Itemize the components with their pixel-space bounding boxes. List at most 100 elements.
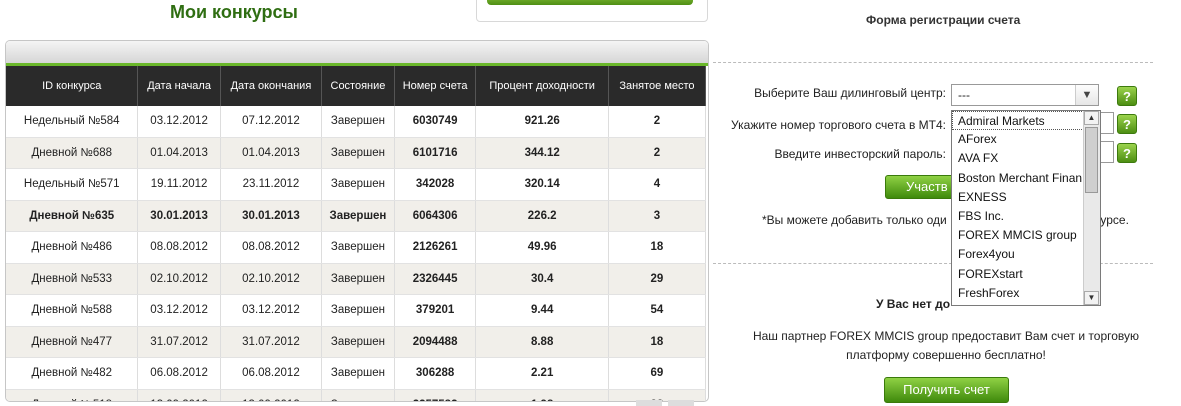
scroll-up-icon[interactable]: ▲ (1084, 111, 1099, 125)
cell-contest-id: Дневной №635 (6, 200, 139, 232)
dropdown-option[interactable]: Admiral Markets (952, 111, 1084, 131)
cell-end-date: 01.04.2013 (220, 137, 323, 169)
table-row: Дневной №482 06.08.2012 06.08.2012 Завершен… (6, 357, 707, 390)
cell-place: 54 (608, 294, 707, 327)
cell-place: 2 (608, 137, 707, 169)
contests-panel: ID конкурса Дата начала Дата окончания С… (5, 40, 709, 402)
dropdown-option[interactable]: FOREX MMCIS group (952, 226, 1082, 245)
cell-end-date: 31.07.2012 (220, 326, 323, 358)
table-row: Дневной №635 30.01.2013 30.01.2013 Завершен… (6, 200, 707, 232)
note-text: *Вы можете добавить только оди (762, 213, 947, 227)
cell-start-date: 03.12.2012 (137, 294, 221, 327)
cell-place: 3 (608, 200, 707, 232)
cell-end-date: 02.10.2012 (220, 263, 323, 295)
dropdown-option[interactable]: Boston Merchant Finan (952, 169, 1082, 188)
divider (713, 62, 1153, 63)
table-row: Дневной №486 08.08.2012 08.08.2012 Завершен… (6, 231, 707, 264)
cell-account-number: 2257582 (394, 389, 477, 401)
cell-end-date: 30.01.2013 (220, 200, 323, 232)
contests-table: ID конкурса Дата начала Дата окончания С… (6, 66, 707, 401)
cell-account-number: 6064306 (394, 200, 477, 232)
cell-status: Завершен (321, 326, 395, 358)
form-title: Форма регистрации счета (866, 13, 1021, 27)
cell-account-number: 342028 (394, 168, 477, 201)
dropdown-option[interactable]: AForex (952, 130, 1082, 149)
cell-contest-id: Дневной №477 (6, 326, 139, 358)
cell-contest-id: Недельный №584 (6, 106, 139, 138)
cell-place: 29 (608, 263, 707, 295)
dropdown-scrollbar[interactable]: ▲ ▼ (1083, 111, 1100, 305)
col-header-end[interactable]: Дата окончания (220, 66, 323, 106)
cell-start-date: 02.10.2012 (137, 263, 221, 295)
dropdown-option[interactable]: FBS Inc. (952, 207, 1082, 226)
cell-profit-percent: 49.96 (475, 231, 609, 264)
cell-contest-id: Дневной №688 (6, 137, 139, 169)
help-password-button[interactable]: ? (1117, 143, 1137, 163)
table-row: Недельный №584 03.12.2012 07.12.2012 Заверш… (6, 106, 707, 138)
cell-account-number: 2326445 (394, 263, 477, 295)
cell-start-date: 30.01.2013 (137, 200, 221, 232)
table-row: Недельный №571 19.11.2012 23.11.2012 Заверш… (6, 168, 707, 201)
cell-start-date: 03.12.2012 (137, 106, 221, 138)
cell-place: 2 (608, 106, 707, 138)
pager-nub-left[interactable] (636, 400, 662, 406)
dropdown-option[interactable]: FOREXstart (952, 265, 1082, 284)
top-green-button[interactable] (487, 0, 693, 5)
table-row: Дневной №588 03.12.2012 03.12.2012 Завершен… (6, 294, 707, 327)
cell-end-date: 03.12.2012 (220, 294, 323, 327)
cell-end-date: 06.08.2012 (220, 357, 323, 390)
dropdown-option[interactable]: Forex4you (952, 245, 1082, 264)
dealer-dropdown-list[interactable]: Admiral Markets AForex AVA FX Boston Mercha… (951, 110, 1101, 306)
col-header-id[interactable]: ID конкурса (6, 66, 139, 106)
cell-status: Завершен (321, 231, 395, 264)
get-account-button[interactable]: Получить счет (884, 377, 1009, 403)
chevron-down-icon[interactable]: ▼ (1075, 85, 1098, 105)
col-header-status[interactable]: Состояние (321, 66, 395, 106)
password-label: Введите инвесторский пароль: (774, 147, 946, 161)
cell-profit-percent: 921.26 (475, 106, 609, 138)
cell-profit-percent: 226.2 (475, 200, 609, 232)
table-row: Дневной №688 01.04.2013 01.04.2013 Завершен… (6, 137, 707, 169)
cell-start-date: 01.04.2013 (137, 137, 221, 169)
dealer-label: Выберите Ваш дилинговый центр: (754, 86, 946, 100)
col-header-start[interactable]: Дата начала (137, 66, 221, 106)
col-header-place[interactable]: Занятое место (608, 66, 707, 106)
cell-contest-id: Дневной №533 (6, 263, 139, 295)
account-label: Укажите номер торгового счета в МТ4: (731, 118, 946, 132)
cell-end-date: 13.09.2012 (220, 389, 323, 401)
dealer-select-value: --- (958, 88, 970, 102)
cell-account-number: 6101716 (394, 137, 477, 169)
cell-profit-percent: 344.12 (475, 137, 609, 169)
cell-status: Завершен (321, 389, 395, 401)
cell-status: Завершен (321, 263, 395, 295)
cell-end-date: 23.11.2012 (220, 168, 323, 201)
cell-start-date: 08.08.2012 (137, 231, 221, 264)
dropdown-option[interactable]: EXNESS (952, 188, 1082, 207)
table-row: Дневной №533 02.10.2012 02.10.2012 Завершен… (6, 263, 707, 295)
cell-profit-percent: 30.4 (475, 263, 609, 295)
help-dealer-button[interactable]: ? (1117, 86, 1137, 106)
cell-profit-percent: 320.14 (475, 168, 609, 201)
table-row: Дневной №51813.09.201213.09.2012Завершен… (6, 389, 707, 401)
cell-account-number: 6030749 (394, 106, 477, 138)
cell-start-date: 06.08.2012 (137, 357, 221, 390)
cell-contest-id: Дневной №486 (6, 231, 139, 264)
scroll-thumb[interactable] (1085, 127, 1098, 193)
cell-profit-percent: 1.98 (475, 389, 609, 401)
help-account-button[interactable]: ? (1117, 114, 1137, 134)
dealer-select[interactable]: --- ▼ (951, 84, 1099, 106)
cell-end-date: 08.08.2012 (220, 231, 323, 264)
cell-status: Завершен (321, 137, 395, 169)
scroll-down-icon[interactable]: ▼ (1084, 291, 1099, 305)
cell-start-date: 31.07.2012 (137, 326, 221, 358)
col-header-profit[interactable]: Процент доходности (475, 66, 609, 106)
cell-status: Завершен (321, 294, 395, 327)
dropdown-option[interactable]: AVA FX (952, 149, 1082, 168)
dropdown-option[interactable]: FreshForex (952, 284, 1082, 303)
cell-status: Завершен (321, 200, 395, 232)
col-header-account[interactable]: Номер счета (394, 66, 477, 106)
pager-nub-right[interactable] (668, 400, 694, 406)
cell-profit-percent: 9.44 (475, 294, 609, 327)
cell-place: 4 (608, 168, 707, 201)
cell-profit-percent: 8.88 (475, 326, 609, 358)
